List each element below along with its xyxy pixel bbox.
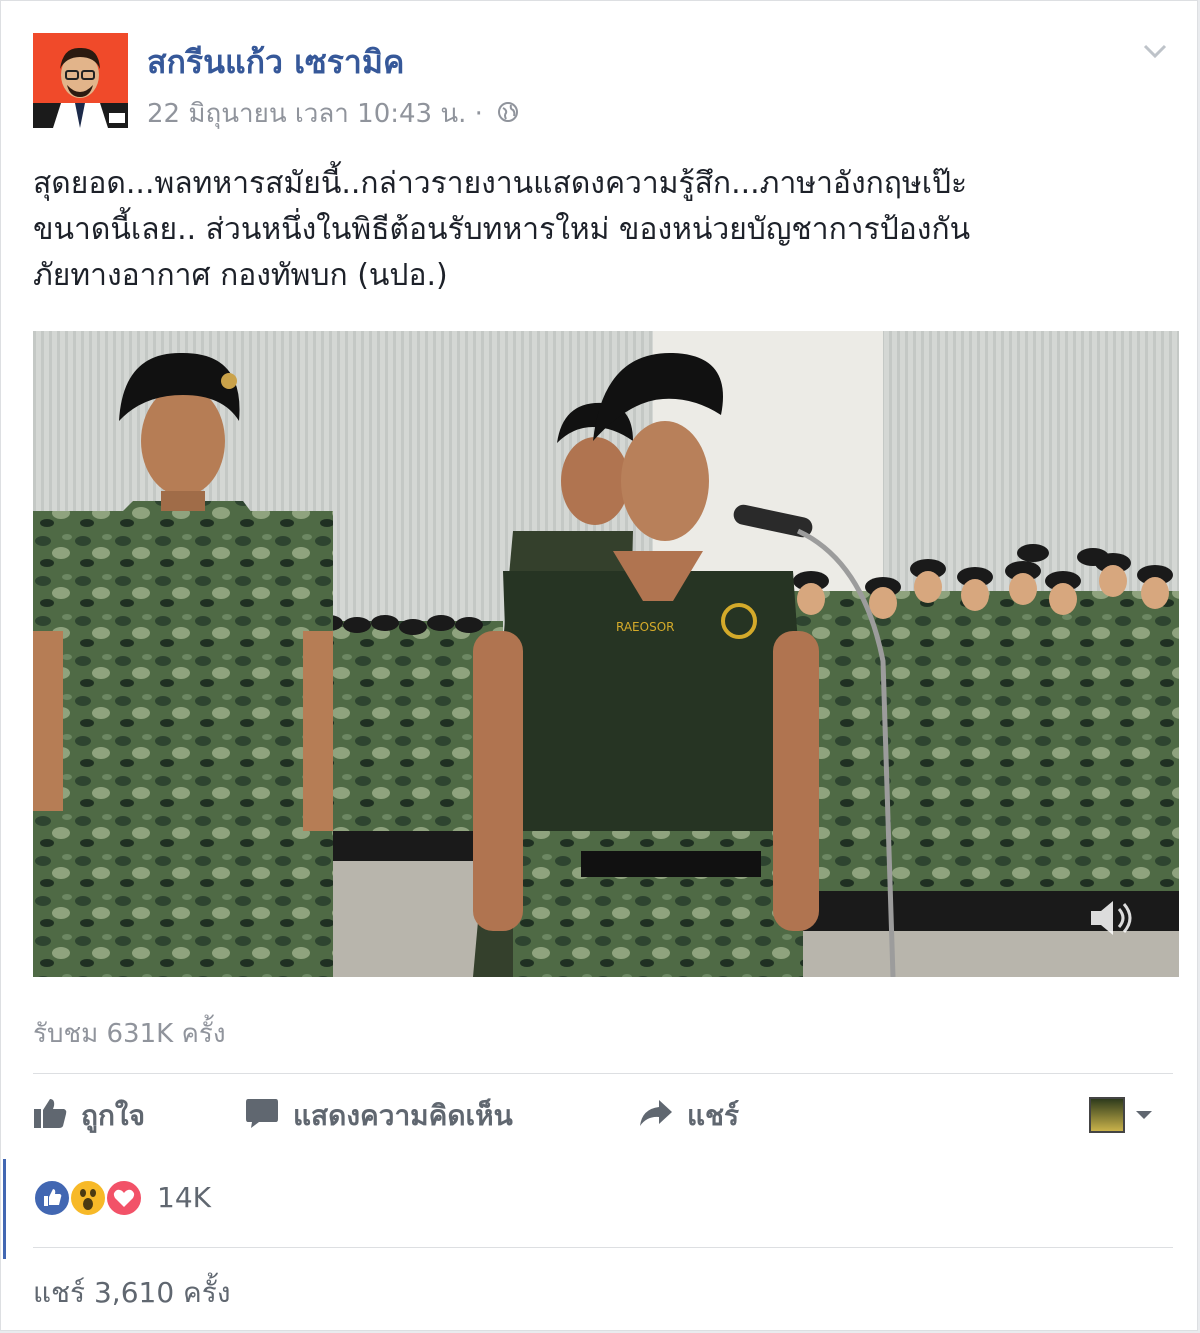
share-label: แชร์ [687,1099,740,1132]
share-count[interactable]: แชร์ 3,610 ครั้ง [33,1271,231,1315]
post-text-line: ขนาดนี้เลย.. ส่วนหนึ่งในพิธีต้อนรับทหารใ… [33,212,971,247]
profile-thumbnail [1089,1097,1125,1133]
wow-reaction-icon [69,1179,107,1217]
post-meta: 22 มิถุนายน เวลา 10:43 น. · [147,93,519,134]
reactions-count[interactable]: 14K [157,1181,211,1214]
post-as-selector[interactable] [1089,1093,1153,1137]
author-avatar[interactable] [33,33,128,128]
divider [33,1073,1173,1074]
like-reaction-icon [33,1179,71,1217]
author-name[interactable]: สกรีนแก้ว เซรามิค [147,37,404,88]
thumbs-up-icon [33,1097,81,1136]
post-timestamp[interactable]: 22 มิถุนายน เวลา 10:43 น. · [147,99,483,129]
view-count: รับชม 631K ครั้ง [33,1019,226,1049]
share-arrow-icon [639,1098,687,1135]
reaction-icons [33,1179,153,1219]
like-label: ถูกใจ [81,1099,145,1132]
post-text-line: ภัยทางอากาศ กองทัพบก (นปอ.) [33,258,448,293]
divider [33,1247,1173,1248]
comment-label: แสดงความคิดเห็น [293,1099,513,1132]
reactions-bar[interactable]: 14K [1,1159,1197,1259]
post-text: สุดยอด...พลทหารสมัยนี้..กล่าวรายงานแสดงค… [33,161,1163,299]
action-bar: ถูกใจ แสดงความคิดเห็น แชร์ [33,1091,1173,1141]
comment-icon [245,1097,293,1136]
comment-button[interactable]: แสดงความคิดเห็น [245,1091,513,1141]
post-card: สกรีนแก้ว เซรามิค 22 มิถุนายน เวลา 10:43… [0,0,1198,1331]
globe-icon [497,100,519,130]
caret-down-icon [1135,1106,1153,1125]
post-text-line: สุดยอด...พลทหารสมัยนี้..กล่าวรายงานแสดงค… [33,166,968,201]
video-player[interactable]: RAEOSOR [33,331,1179,977]
share-button[interactable]: แชร์ [639,1091,739,1141]
love-reaction-icon [105,1179,143,1217]
shirt-text: RAEOSOR [616,620,675,634]
video-frame: RAEOSOR [33,331,1179,977]
post-options-chevron-icon[interactable] [1141,41,1169,61]
like-button[interactable]: ถูกใจ [33,1091,145,1141]
